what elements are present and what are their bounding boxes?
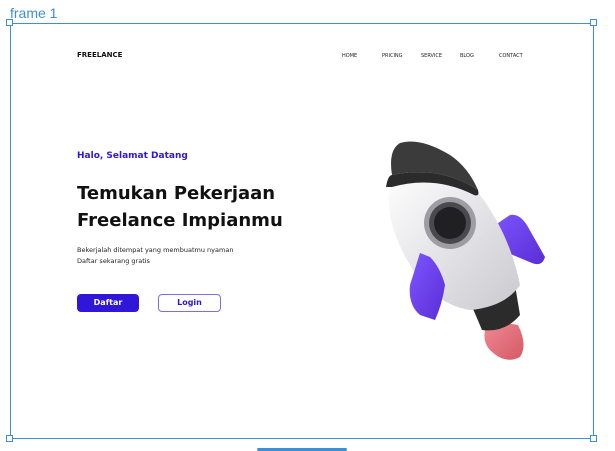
rocket-illustration — [386, 141, 545, 360]
resize-handle-bottom-right[interactable] — [590, 435, 597, 442]
resize-handle-bottom-left[interactable] — [6, 435, 13, 442]
hero-headline: Temukan Pekerjaan Freelance Impianmu — [77, 180, 337, 234]
hero-description-line1: Bekerjalah ditempat yang membuatmu nyama… — [77, 246, 234, 254]
nav-link-blog[interactable]: BLOG — [460, 53, 474, 59]
hero-greeting: Halo, Selamat Datang — [77, 151, 188, 161]
hero-headline-line2: Freelance Impianmu — [77, 210, 283, 231]
hero-headline-line1: Temukan Pekerjaan — [77, 183, 276, 204]
frame-label[interactable]: frame 1 — [10, 5, 57, 21]
nav-link-home[interactable]: HOME — [342, 53, 357, 59]
nav-link-contact[interactable]: CONTACT — [499, 53, 523, 59]
register-button[interactable]: Daftar — [77, 294, 139, 312]
login-button[interactable]: Login — [158, 294, 221, 312]
resize-handle-top-right[interactable] — [590, 19, 597, 26]
brand-logo[interactable]: FREELANCE — [77, 51, 122, 59]
hero-description: Bekerjalah ditempat yang membuatmu nyama… — [77, 245, 317, 267]
nav-link-pricing[interactable]: PRICING — [382, 53, 403, 59]
hero-description-line2: Daftar sekarang gratis — [77, 257, 150, 265]
resize-handle-top-left[interactable] — [6, 19, 13, 26]
nav-link-service[interactable]: SERVICE — [421, 53, 442, 59]
